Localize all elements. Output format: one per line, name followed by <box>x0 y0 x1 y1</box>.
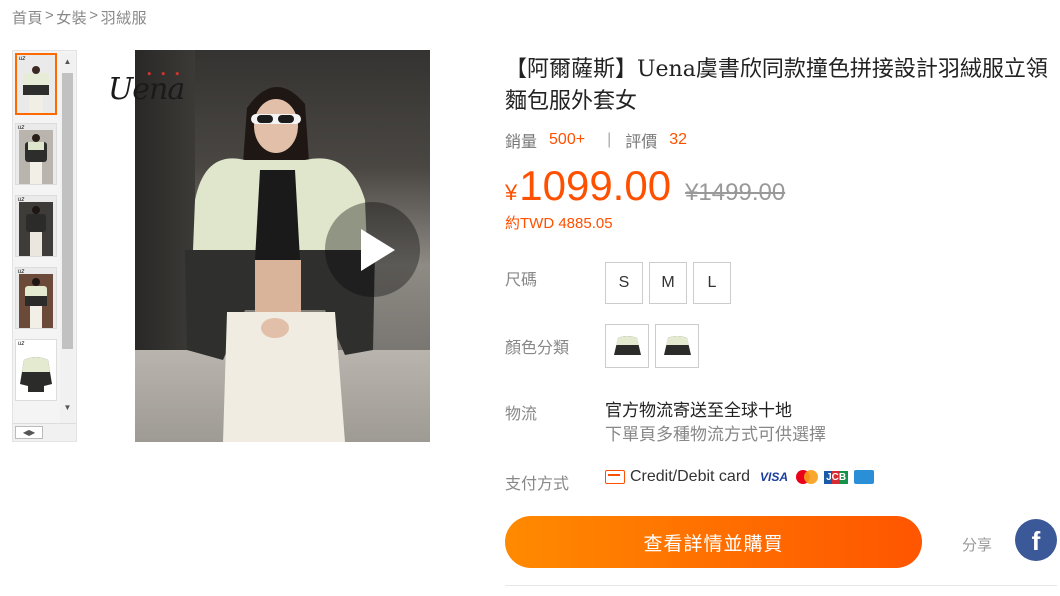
payment-methods: Credit/Debit card VISA JCB <box>605 468 875 486</box>
thumbnail-strip[interactable]: uz uz uz uz uz ▲ ▼ ◀▶ <box>12 50 77 442</box>
color-label: 顏色分類 <box>505 340 570 357</box>
color-swatch-2[interactable] <box>655 324 699 368</box>
thumbnail-horizontal-scrollbar[interactable]: ◀▶ <box>13 423 76 441</box>
product-stats: 銷量 500+ | 評價 32 <box>505 128 1057 152</box>
jcb-icon: JCB <box>824 470 849 484</box>
size-m-button[interactable]: M <box>649 262 687 304</box>
amex-icon <box>854 470 875 484</box>
sales-label: 銷量 <box>505 134 538 151</box>
thumbnail-3[interactable]: uz <box>15 195 57 257</box>
size-s-button[interactable]: S <box>605 262 643 304</box>
mastercard-icon <box>796 470 819 484</box>
breadcrumb-down-jackets[interactable]: 羽絨服 <box>101 7 148 28</box>
stats-separator: | <box>607 131 612 148</box>
play-icon[interactable] <box>325 202 420 297</box>
main-product-video[interactable]: Uena • • • <box>93 50 478 442</box>
reviews-value: 32 <box>669 131 688 148</box>
thumbnail-2[interactable]: uz <box>15 123 57 185</box>
thumbnail-4[interactable]: uz <box>15 267 57 329</box>
shipping-label: 物流 <box>505 406 538 423</box>
payment-text: Credit/Debit card <box>630 468 751 485</box>
breadcrumb-separator: > <box>89 7 99 24</box>
thumbnail-brand-logo: uz <box>18 341 25 347</box>
color-swatch-1[interactable] <box>605 324 649 368</box>
breadcrumb-home[interactable]: 首頁 <box>12 7 43 28</box>
current-price: 1099.00 <box>519 162 672 209</box>
thumbnail-1[interactable]: uz <box>15 53 57 115</box>
triangle-right-icon[interactable]: ▶ <box>29 428 35 437</box>
thumbnail-brand-logo: uz <box>19 56 26 62</box>
product-info: 【阿爾薩斯】Uena虞書欣同款撞色拼接設計羽絨服立領麵包服外套女 銷量 500+… <box>505 54 1057 233</box>
triangle-up-icon[interactable]: ▲ <box>60 55 75 69</box>
color-selector <box>605 324 699 368</box>
facebook-icon[interactable]: f <box>1015 519 1057 561</box>
triangle-down-icon[interactable]: ▼ <box>60 401 75 415</box>
divider <box>505 585 1057 586</box>
horizontal-scroll-arrows[interactable]: ◀▶ <box>15 426 43 439</box>
breadcrumb: 首頁 > 女裝 > 羽絨服 <box>12 7 147 28</box>
reviews-label: 評價 <box>625 134 658 151</box>
size-label: 尺碼 <box>505 272 538 289</box>
breadcrumb-separator: > <box>45 7 55 24</box>
currency-symbol: ¥ <box>505 180 518 205</box>
share-label: 分享 <box>962 537 993 554</box>
breadcrumb-womens-clothing[interactable]: 女裝 <box>56 7 87 28</box>
approx-local-price: 約TWD 4885.05 <box>505 215 613 232</box>
brand-logo: Uena • • • <box>108 68 185 107</box>
shipping-sub-text: 下單頁多種物流方式可供選擇 <box>605 425 826 444</box>
price-row: ¥ 1099.00 ¥1499.00 <box>505 164 1057 208</box>
sales-value: 500+ <box>549 131 586 148</box>
scrollbar-thumb[interactable] <box>62 73 73 349</box>
thumbnail-vertical-scrollbar[interactable]: ▲ ▼ <box>60 53 75 423</box>
payment-label: 支付方式 <box>505 476 570 493</box>
view-details-buy-button[interactable]: 查看詳情並購買 <box>505 516 922 568</box>
size-selector: S M L <box>605 262 731 304</box>
credit-card-icon <box>605 470 625 484</box>
product-title: 【阿爾薩斯】Uena虞書欣同款撞色拼接設計羽絨服立領麵包服外套女 <box>505 57 1048 114</box>
shipping-main-text: 官方物流寄送至全球十地 <box>605 401 792 420</box>
size-l-button[interactable]: L <box>693 262 731 304</box>
visa-icon: VISA <box>760 470 789 484</box>
thumbnail-5[interactable]: uz <box>15 339 57 401</box>
original-price: ¥1499.00 <box>685 179 786 206</box>
